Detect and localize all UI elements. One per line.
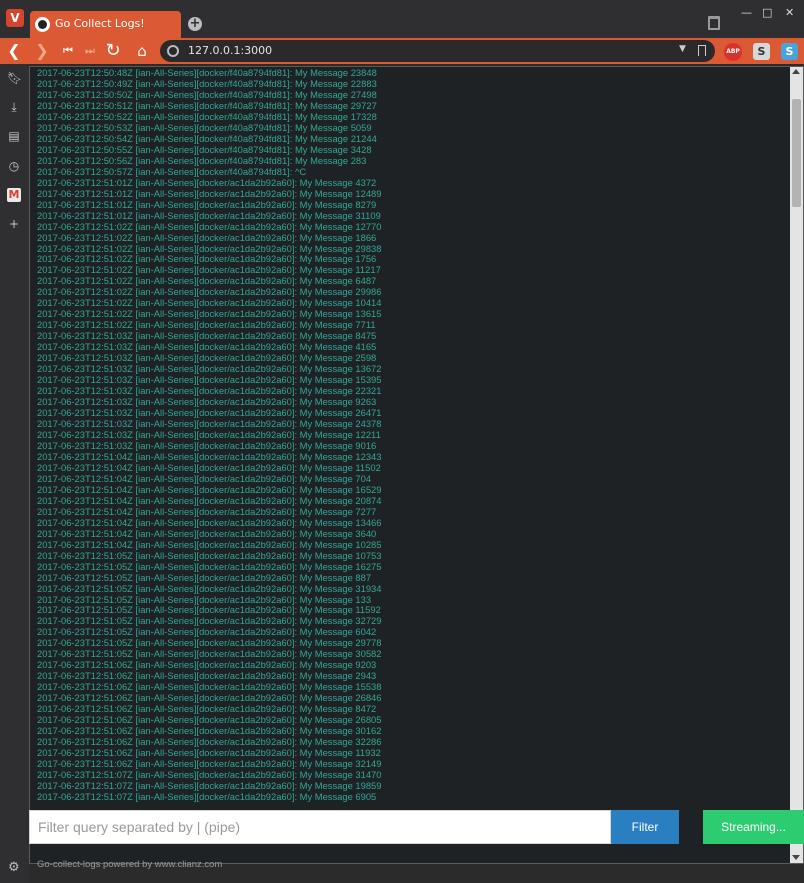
settings-gear-icon[interactable]: ⚙: [8, 861, 21, 874]
footer-text: Go-collect-logs powered by www.clianz.co…: [37, 859, 223, 870]
navigation-bar: ❮ ❯ ⏮ ⏭ ↻ ⌂ 127.0.0.1:3000 ▼ ABP S S: [0, 38, 804, 64]
close-window-icon[interactable]: ✕: [785, 6, 794, 19]
fast-forward-icon[interactable]: ⏭: [80, 40, 100, 62]
log-line: 2017-06-23T12:51:02Z [ian-All-Series][do…: [37, 231, 377, 243]
add-panel-icon[interactable]: +: [7, 217, 21, 231]
trash-icon[interactable]: [708, 16, 720, 30]
forward-icon[interactable]: ❯: [32, 40, 52, 62]
streaming-button[interactable]: Streaming...: [703, 810, 804, 844]
globe-icon: [167, 45, 179, 57]
log-line: 2017-06-23T12:51:04Z [ian-All-Series][do…: [37, 538, 382, 550]
tab-favicon-icon: [35, 17, 50, 32]
home-icon[interactable]: ⌂: [132, 40, 152, 62]
new-tab-icon[interactable]: +: [188, 17, 202, 31]
downloads-icon[interactable]: ⤓: [7, 100, 21, 114]
bookmark-icon[interactable]: [698, 45, 706, 56]
scroll-down-icon[interactable]: [792, 855, 800, 860]
vivaldi-menu-icon[interactable]: V: [6, 9, 24, 27]
log-line: 2017-06-23T12:51:05Z [ian-All-Series][do…: [37, 582, 382, 594]
log-line: 2017-06-23T12:51:01Z [ian-All-Series][do…: [37, 198, 377, 210]
log-line: 2017-06-23T12:51:04Z [ian-All-Series][do…: [37, 527, 377, 539]
log-line: 2017-06-23T12:51:05Z [ian-All-Series][do…: [37, 571, 372, 583]
tab-go-collect-logs[interactable]: Go Collect Logs!: [30, 11, 181, 38]
log-line: 2017-06-23T12:51:01Z [ian-All-Series][do…: [37, 209, 381, 221]
bookmarks-icon[interactable]: 🔖︎: [7, 71, 22, 85]
maximize-icon[interactable]: □: [762, 6, 772, 19]
tab-title: Go Collect Logs!: [55, 17, 145, 30]
reload-icon[interactable]: ↻: [103, 40, 123, 62]
log-line: 2017-06-23T12:51:07Z [ian-All-Series][do…: [37, 790, 377, 802]
scrollbar[interactable]: [790, 67, 803, 863]
log-line: 2017-06-23T12:51:02Z [ian-All-Series][do…: [37, 220, 382, 232]
rewind-icon[interactable]: ⏮: [58, 40, 78, 62]
notes-icon[interactable]: ▤: [7, 129, 21, 143]
back-icon[interactable]: ❮: [4, 40, 24, 62]
minimize-icon[interactable]: —: [741, 6, 752, 19]
dropdown-icon[interactable]: ▼: [679, 44, 686, 54]
scrollbar-thumb[interactable]: [792, 99, 801, 207]
log-line: 2017-06-23T12:51:05Z [ian-All-Series][do…: [37, 549, 382, 561]
filter-button[interactable]: Filter: [611, 810, 679, 844]
address-bar[interactable]: 127.0.0.1:3000 ▼: [160, 40, 715, 62]
log-line: 2017-06-23T12:51:05Z [ian-All-Series][do…: [37, 560, 382, 572]
log-line: 2017-06-23T12:51:01Z [ian-All-Series][do…: [37, 187, 382, 199]
scroll-up-icon[interactable]: [792, 69, 800, 74]
url-text[interactable]: 127.0.0.1:3000: [188, 44, 272, 57]
log-list: 2017-06-23T12:50:48Z [ian-All-Series][do…: [37, 67, 787, 803]
gmail-icon[interactable]: M: [7, 188, 21, 202]
side-panel: 🔖︎ ⤓ ▤ ◷ M +: [0, 64, 29, 883]
extension-s-icon[interactable]: S: [753, 43, 770, 60]
history-icon[interactable]: ◷: [7, 159, 21, 173]
log-line: 2017-06-23T12:51:01Z [ian-All-Series][do…: [37, 176, 377, 188]
tab-bar: V Go Collect Logs! + — □ ✕: [0, 0, 804, 38]
extension-s2-icon[interactable]: S: [781, 43, 798, 60]
page-content: 2017-06-23T12:50:48Z [ian-All-Series][do…: [29, 64, 804, 883]
log-panel[interactable]: 2017-06-23T12:50:48Z [ian-All-Series][do…: [29, 66, 804, 864]
filter-query-input[interactable]: [29, 810, 611, 844]
adblock-icon[interactable]: ABP: [724, 43, 742, 61]
